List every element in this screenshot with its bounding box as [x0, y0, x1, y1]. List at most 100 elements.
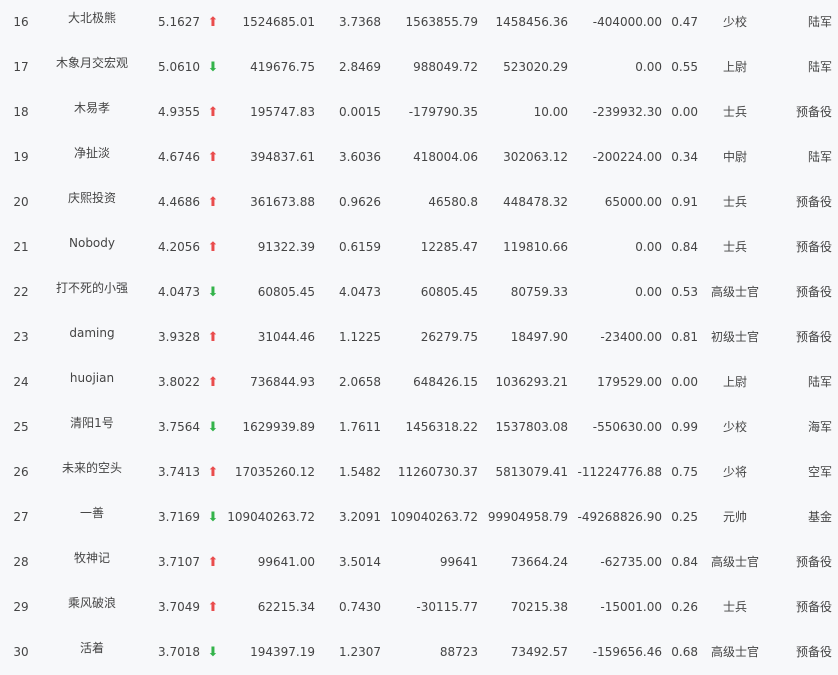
branch-cell: 空军: [807, 465, 832, 479]
arrow-up-icon: ⬆: [207, 195, 219, 210]
table-row: 30 活着 3.7018 194397.19 1.2307 88723 73492.57 -1…: [0, 630, 838, 675]
rank-cell: 26: [13, 465, 29, 479]
table-row: 26 未来的空头 3.7413 17035260.12 1.5482 11260730.3…: [0, 450, 838, 495]
ratio-d-cell: 0.81: [671, 330, 698, 344]
amount-b-cell: 523020.29: [503, 60, 568, 74]
rank-cell: 18: [13, 105, 29, 119]
amount-b-cell: 119810.66: [503, 240, 568, 254]
arrow-up-icon: ⬆: [207, 15, 219, 30]
branch-cell: 预备役: [795, 645, 832, 659]
branch-cell: 预备役: [795, 555, 832, 569]
rank-cell: 16: [13, 15, 29, 29]
value-cell: 3.7413: [158, 465, 200, 479]
branch-cell: 预备役: [795, 195, 832, 209]
ratio-d-cell: 0.91: [671, 195, 698, 209]
ratio-cell: 1.1225: [339, 330, 381, 344]
table-row: 19 净扯淡 4.6746 394837.61 3.6036 418004.06 30206…: [0, 135, 838, 180]
total-cell: 361673.88: [250, 195, 315, 209]
ratio-cell: 4.0473: [339, 285, 381, 299]
name-cell: 木易孝: [73, 101, 110, 115]
table-row: 29 乘风破浪 3.7049 62215.34 0.7430 -30115.77 70215…: [0, 585, 838, 630]
amount-b-cell: 73492.57: [510, 645, 568, 659]
total-cell: 62215.34: [257, 600, 315, 614]
title-cell: 高级士官: [710, 285, 759, 299]
branch-cell: 预备役: [795, 285, 832, 299]
ratio-cell: 0.0015: [339, 105, 381, 119]
ratio-d-cell: 0.47: [671, 15, 698, 29]
arrow-up-icon: ⬆: [207, 105, 219, 120]
amount-c-cell: -550630.00: [592, 420, 662, 434]
total-cell: 1524685.01: [242, 15, 315, 29]
rank-cell: 27: [13, 510, 29, 524]
branch-cell: 陆军: [807, 375, 832, 389]
branch-cell: 预备役: [795, 240, 832, 254]
amount-b-cell: 70215.38: [510, 600, 568, 614]
total-cell: 194397.19: [250, 645, 315, 659]
title-cell: 高级士官: [710, 555, 759, 569]
ratio-d-cell: 0.99: [671, 420, 698, 434]
amount-c-cell: -23400.00: [600, 330, 662, 344]
ratio-cell: 1.5482: [339, 465, 381, 479]
title-cell: 初级士官: [710, 330, 759, 344]
ratio-cell: 2.0658: [339, 375, 381, 389]
table-row: 18 木易孝 4.9355 195747.83 0.0015 -179790.35 10.0…: [0, 90, 838, 135]
total-cell: 99641.00: [257, 555, 315, 569]
ratio-d-cell: 0.34: [671, 150, 698, 164]
value-cell: 3.7169: [158, 510, 200, 524]
amount-c-cell: 0.00: [635, 285, 662, 299]
ratio-cell: 0.9626: [339, 195, 381, 209]
amount-b-cell: 18497.90: [510, 330, 568, 344]
ratio-d-cell: 0.84: [671, 240, 698, 254]
total-cell: 736844.93: [250, 375, 315, 389]
title-cell: 元帅: [722, 510, 747, 524]
amount-a-cell: 988049.72: [413, 60, 478, 74]
amount-b-cell: 73664.24: [510, 555, 568, 569]
branch-cell: 预备役: [795, 600, 832, 614]
name-cell: 净扯淡: [73, 146, 110, 160]
rank-cell: 29: [13, 600, 29, 614]
amount-b-cell: 1458456.36: [495, 15, 568, 29]
rank-cell: 23: [13, 330, 29, 344]
arrow-up-icon: ⬆: [207, 465, 219, 480]
rank-cell: 19: [13, 150, 29, 164]
amount-c-cell: -159656.46: [592, 645, 662, 659]
amount-b-cell: 99904958.79: [487, 510, 568, 524]
total-cell: 60805.45: [257, 285, 315, 299]
total-cell: 419676.75: [250, 60, 315, 74]
name-cell: 活着: [79, 641, 104, 655]
table-row: 16 大北极熊 5.1627 1524685.01 3.7368 1563855.79 14…: [0, 0, 838, 45]
ratio-cell: 3.2091: [339, 510, 381, 524]
value-cell: 3.9328: [158, 330, 200, 344]
rank-cell: 21: [13, 240, 29, 254]
title-cell: 士兵: [722, 105, 747, 119]
arrow-down-icon: ⬇: [207, 285, 219, 300]
name-cell: Nobody: [69, 236, 115, 250]
branch-cell: 陆军: [807, 150, 832, 164]
ratio-cell: 0.7430: [339, 600, 381, 614]
ratio-d-cell: 0.68: [671, 645, 698, 659]
amount-c-cell: -15001.00: [600, 600, 662, 614]
title-cell: 高级士官: [710, 645, 759, 659]
title-cell: 士兵: [722, 195, 747, 209]
amount-a-cell: 88723: [439, 645, 478, 659]
amount-a-cell: 418004.06: [413, 150, 478, 164]
table-row: 24 huojian 3.8022 736844.93 2.0658 648426.15 1…: [0, 360, 838, 405]
arrow-down-icon: ⬇: [207, 510, 219, 525]
amount-a-cell: 1456318.22: [405, 420, 478, 434]
amount-a-cell: 12285.47: [420, 240, 478, 254]
arrow-down-icon: ⬇: [207, 645, 219, 660]
total-cell: 195747.83: [250, 105, 315, 119]
name-cell: daming: [69, 326, 115, 340]
amount-b-cell: 80759.33: [510, 285, 568, 299]
ratio-d-cell: 0.55: [671, 60, 698, 74]
name-cell: 木象月交宏观: [55, 56, 128, 70]
ratio-d-cell: 0.00: [671, 105, 698, 119]
name-cell: 清阳1号: [70, 416, 114, 430]
arrow-down-icon: ⬇: [207, 420, 219, 435]
name-cell: 庆熙投资: [67, 191, 116, 205]
amount-c-cell: -49268826.90: [577, 510, 663, 524]
amount-b-cell: 1537803.08: [495, 420, 568, 434]
table-row: 27 一善 3.7169 109040263.72 3.2091 109040263.72…: [0, 495, 838, 540]
branch-cell: 预备役: [795, 105, 832, 119]
value-cell: 3.7018: [158, 645, 200, 659]
